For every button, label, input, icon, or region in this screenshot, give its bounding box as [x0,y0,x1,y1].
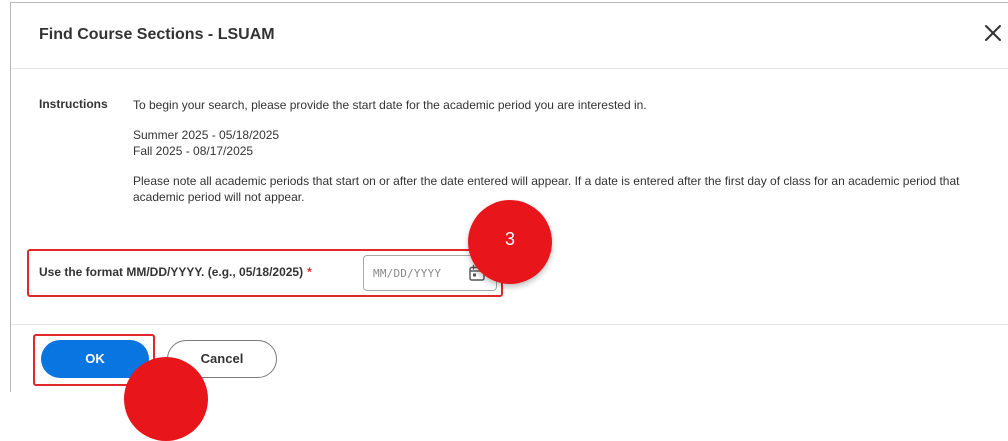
find-course-sections-dialog: Find Course Sections - LSUAM Instruction… [10,2,1008,392]
instructions-label: Instructions [39,97,108,111]
step-3-badge: 3 [468,200,552,284]
close-icon[interactable] [981,21,1005,45]
step-badge-partial [124,357,208,441]
date-field-label: Use the format MM/DD/YYYY. (e.g., 05/18/… [39,265,312,279]
dialog-body: Instructions To begin your search, pleas… [11,69,1008,324]
dialog-title: Find Course Sections - LSUAM [39,26,275,43]
dialog-header: Find Course Sections - LSUAM [11,3,1008,69]
instructions-intro: To begin your search, please provide the… [133,98,647,112]
instructions-note: Please note all academic periods that st… [133,174,960,204]
academic-periods: Summer 2025 - 05/18/2025 Fall 2025 - 08/… [133,127,983,159]
date-placeholder: MM/DD/YYYY [373,267,442,280]
instructions-text: To begin your search, please provide the… [133,97,983,219]
period-fall: Fall 2025 - 08/17/2025 [133,144,254,158]
date-field-row: Use the format MM/DD/YYYY. (e.g., 05/18/… [27,249,503,297]
required-marker: * [307,265,312,279]
step-3-number: 3 [504,229,515,249]
date-field-label-text: Use the format MM/DD/YYYY. (e.g., 05/18/… [39,265,304,279]
period-summer: Summer 2025 - 05/18/2025 [133,128,280,142]
